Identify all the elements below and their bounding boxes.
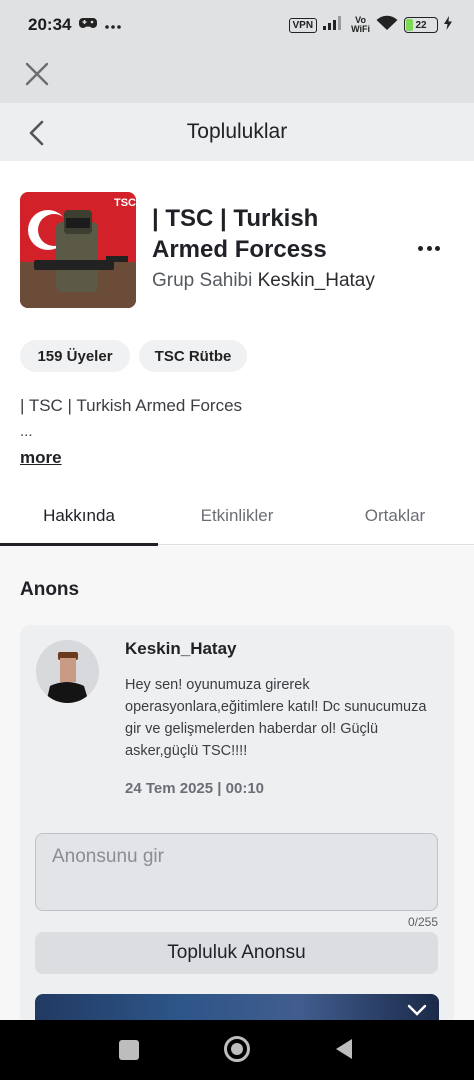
status-right: VPN Vo WiFi 22 xyxy=(288,15,452,36)
back-arrow-icon[interactable] xyxy=(26,120,48,146)
signal-icon xyxy=(323,15,345,35)
announcement-input[interactable] xyxy=(35,833,438,911)
group-description: | TSC | Turkish Armed Forces xyxy=(20,396,243,415)
nav-bar: Topluluklar xyxy=(0,103,474,161)
post-announcement-button[interactable]: Topluluk Anonsu xyxy=(35,932,438,974)
char-count: 0/255 xyxy=(407,915,438,929)
post-author[interactable]: Keskin_Hatay xyxy=(125,639,237,659)
group-name: | TSC | Turkish Armed Forcess xyxy=(152,205,327,263)
group-owner: Grup Sahibi Keskin_Hatay xyxy=(152,270,375,292)
post-body: Hey sen! oyunumuza girerek operasyonlara… xyxy=(125,677,427,759)
page-title: Topluluklar xyxy=(186,120,288,143)
status-bar: 20:34 VPN Vo WiFi 22 xyxy=(0,0,474,50)
tab-about[interactable]: Hakkında xyxy=(0,487,158,546)
group-logo: TSC xyxy=(20,192,136,308)
vpn-badge: VPN xyxy=(288,17,318,33)
group-owner-label: Grup Sahibi xyxy=(152,270,253,291)
event-banner[interactable] xyxy=(35,994,439,1020)
tab-partners[interactable]: Ortaklar xyxy=(316,487,474,545)
game-controller-icon xyxy=(79,16,98,35)
more-horizontal-icon xyxy=(105,16,122,34)
tab-bar: Hakkında Etkinlikler Ortaklar xyxy=(0,487,474,546)
rank-pill[interactable]: TSC Rütbe xyxy=(139,340,247,372)
wifi-icon xyxy=(376,15,398,36)
group-logo-text: TSC xyxy=(114,197,136,209)
announcement-card: Keskin_Hatay Hey sen! oyunumuza girerek … xyxy=(20,625,454,1025)
group-owner-name[interactable]: Keskin_Hatay xyxy=(258,270,375,291)
charging-icon xyxy=(444,15,452,35)
announcement-section-title: Anons xyxy=(20,579,80,600)
battery-indicator: 22 xyxy=(404,17,438,33)
members-pill[interactable]: 159 Üyeler xyxy=(20,340,130,372)
recents-icon[interactable] xyxy=(119,1040,139,1060)
battery-level: 22 xyxy=(415,19,427,31)
post-date: 24 Tem 2025 | 00:10 xyxy=(125,780,265,797)
more-link[interactable]: more xyxy=(20,448,62,468)
status-time: 20:34 xyxy=(28,15,72,34)
group-header: TSC | TSC | Turkish Armed Forcess Grup S… xyxy=(20,192,454,310)
tab-events[interactable]: Etkinlikler xyxy=(158,487,316,545)
close-bar xyxy=(0,50,474,103)
system-back-icon[interactable] xyxy=(334,1038,354,1060)
chevron-down-icon[interactable] xyxy=(407,1004,427,1018)
avatar[interactable] xyxy=(36,640,99,703)
more-options-icon[interactable] xyxy=(418,240,440,256)
description-ellipsis: ... xyxy=(20,423,33,440)
vowifi-bottom: WiFi xyxy=(351,24,370,34)
status-left: 20:34 xyxy=(28,15,122,35)
vowifi-indicator: Vo WiFi xyxy=(351,16,370,34)
close-icon[interactable] xyxy=(24,61,50,87)
system-nav-bar xyxy=(0,1020,474,1080)
home-icon[interactable] xyxy=(224,1036,250,1062)
